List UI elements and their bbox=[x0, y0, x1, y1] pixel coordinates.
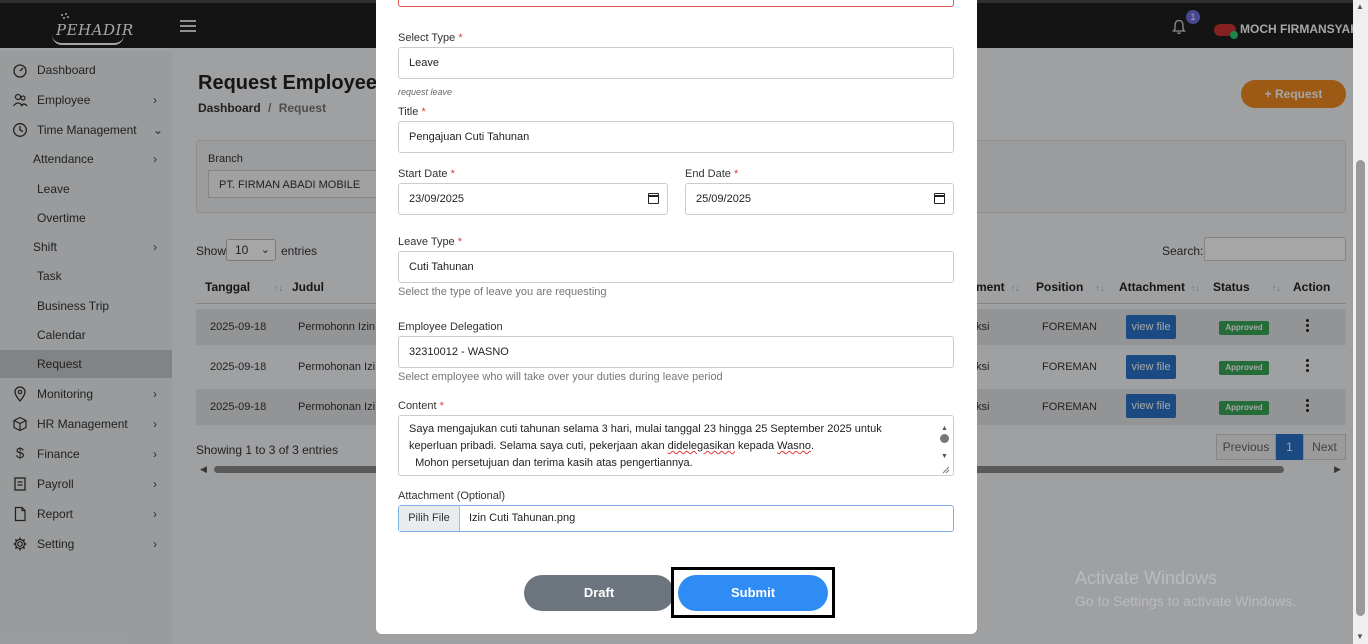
scroll-up-icon[interactable]: ▲ bbox=[1356, 2, 1364, 11]
attachment-file-input[interactable]: Pilih File Izin Cuti Tahunan.png bbox=[398, 505, 954, 532]
content-line: Mohon persetujuan dan terima kasih atas … bbox=[409, 457, 693, 469]
misspelled-word: Wasno bbox=[777, 440, 811, 452]
leave-type-select[interactable]: Cuti Tahunan bbox=[398, 251, 954, 283]
required-mark: * bbox=[439, 400, 444, 412]
windows-activation-watermark: Activate Windows Go to Settings to activ… bbox=[1075, 568, 1296, 609]
leave-type-help: Select the type of leave you are request… bbox=[398, 286, 607, 298]
calendar-icon[interactable] bbox=[648, 193, 659, 204]
content-line: Saya mengajukan cuti tahunan selama 3 ha… bbox=[409, 423, 882, 435]
end-date-label: End Date * bbox=[685, 168, 738, 180]
content-text: keperluan pribadi. Selama saya cuti, pek… bbox=[409, 440, 668, 452]
textarea-scrollbar[interactable]: ▲ ▼ bbox=[940, 418, 950, 474]
request-form-modal: Select Type * Leave request leave Title … bbox=[376, 0, 977, 634]
delegation-select[interactable]: 32310012 - WASNO bbox=[398, 336, 954, 368]
title-input[interactable]: Pengajuan Cuti Tahunan bbox=[398, 121, 954, 153]
submit-button[interactable]: Submit bbox=[678, 575, 828, 611]
delegation-help: Select employee who will take over your … bbox=[398, 371, 723, 383]
scrollbar-thumb[interactable] bbox=[940, 434, 949, 443]
start-date-input[interactable]: 23/09/2025 bbox=[398, 183, 668, 215]
draft-button[interactable]: Draft bbox=[524, 575, 674, 611]
page-vertical-scrollbar[interactable]: ▲ ▼ bbox=[1353, 0, 1368, 644]
attachment-label: Attachment (Optional) bbox=[398, 490, 505, 502]
label-text: Select Type bbox=[398, 32, 456, 44]
misspelled-word: didelegasikan bbox=[667, 440, 735, 452]
label-text: Leave Type bbox=[398, 236, 455, 248]
select-type-field[interactable]: Leave bbox=[398, 47, 954, 79]
required-mark: * bbox=[450, 168, 455, 180]
end-date-value: 25/09/2025 bbox=[696, 193, 752, 205]
label-text: Start Date bbox=[398, 168, 448, 180]
watermark-subtitle: Go to Settings to activate Windows. bbox=[1075, 593, 1296, 609]
content-line: keperluan pribadi. Selama saya cuti, pek… bbox=[409, 438, 927, 455]
select-type-label: Select Type * bbox=[398, 32, 463, 44]
start-date-label: Start Date * bbox=[398, 168, 455, 180]
scrolled-input-edge[interactable] bbox=[398, 0, 954, 7]
content-text: . bbox=[810, 440, 815, 452]
start-date-value: 23/09/2025 bbox=[409, 193, 465, 205]
choose-file-button[interactable]: Pilih File bbox=[399, 506, 460, 531]
calendar-icon[interactable] bbox=[934, 193, 945, 204]
watermark-title: Activate Windows bbox=[1075, 568, 1218, 588]
required-mark: * bbox=[421, 106, 426, 118]
required-mark: * bbox=[457, 236, 463, 248]
label-text: End Date bbox=[685, 168, 731, 180]
scroll-down-icon[interactable]: ▼ bbox=[1356, 632, 1364, 641]
scroll-down-icon[interactable]: ▼ bbox=[941, 448, 948, 465]
required-mark: * bbox=[458, 32, 463, 44]
delegation-label: Employee Delegation bbox=[398, 321, 503, 333]
end-date-input[interactable]: 25/09/2025 bbox=[685, 183, 954, 215]
label-text: Title bbox=[398, 106, 419, 118]
selected-file-name: Izin Cuti Tahunan.png bbox=[469, 512, 576, 524]
resize-handle-icon[interactable] bbox=[942, 466, 950, 474]
leave-type-label: Leave Type * bbox=[398, 236, 462, 248]
content-textarea[interactable]: Saya mengajukan cuti tahunan selama 3 ha… bbox=[398, 415, 954, 476]
scrollbar-thumb[interactable] bbox=[1356, 160, 1365, 616]
label-text: Content bbox=[398, 400, 437, 412]
required-mark: * bbox=[733, 168, 739, 180]
title-label: Title * bbox=[398, 106, 426, 118]
content-text: kepada bbox=[734, 440, 778, 452]
select-type-help: request leave bbox=[398, 87, 453, 97]
content-label: Content * bbox=[398, 400, 444, 412]
